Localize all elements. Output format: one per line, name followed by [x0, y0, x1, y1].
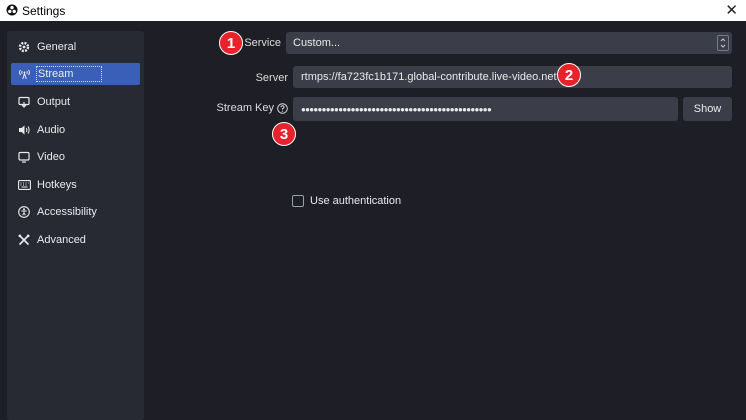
server-input[interactable]: rtmps://fa723fc1b171.global-contribute.l…	[293, 66, 732, 88]
use-authentication-checkbox[interactable]	[292, 195, 304, 207]
accessibility-icon	[17, 205, 31, 219]
sidebar-item-stream[interactable]: Stream	[11, 63, 140, 85]
output-icon	[17, 95, 31, 109]
settings-sidebar: General Stream Output Audio Video Hotkey…	[7, 31, 144, 420]
settings-window: General Stream Output Audio Video Hotkey…	[0, 21, 746, 420]
close-icon[interactable]: ✕	[725, 1, 738, 19]
wrench-icon	[17, 233, 31, 247]
annotation-badge-1: 1	[219, 31, 243, 55]
sidebar-item-advanced[interactable]: Advanced	[11, 229, 140, 251]
service-value: Custom...	[293, 37, 341, 49]
help-icon[interactable]	[277, 103, 288, 114]
stream-key-input[interactable]: ●●●●●●●●●●●●●●●●●●●●●●●●●●●●●●●●●●●●●●●●…	[293, 97, 678, 121]
keyboard-icon	[17, 178, 31, 192]
sidebar-item-label: Output	[37, 96, 71, 108]
updown-arrows-icon	[717, 35, 729, 51]
stream-key-label: Stream Key	[216, 102, 274, 114]
antenna-icon	[17, 67, 31, 81]
sidebar-item-video[interactable]: Video	[11, 146, 140, 168]
use-authentication-row: Use authentication	[292, 195, 401, 207]
annotation-badge-2: 2	[557, 63, 581, 87]
sidebar-item-label: Hotkeys	[37, 179, 77, 191]
sidebar-item-hotkeys[interactable]: Hotkeys	[11, 174, 140, 196]
sidebar-item-label: General	[37, 41, 77, 53]
show-key-button[interactable]: Show	[683, 97, 732, 121]
server-value: rtmps://fa723fc1b171.global-contribute.l…	[301, 71, 557, 83]
gear-icon	[17, 40, 31, 54]
monitor-icon	[17, 150, 31, 164]
window-title: Settings	[22, 4, 66, 18]
service-dropdown[interactable]: Custom...	[286, 32, 732, 54]
sidebar-item-label: Advanced	[37, 234, 86, 246]
use-authentication-label: Use authentication	[310, 195, 402, 207]
title-bar: Settings ✕	[0, 0, 746, 21]
sidebar-item-general[interactable]: General	[11, 36, 140, 58]
sidebar-item-label: Audio	[37, 124, 66, 136]
speaker-icon	[17, 123, 31, 137]
sidebar-item-output[interactable]: Output	[11, 91, 140, 113]
sidebar-item-label: Video	[37, 151, 65, 163]
sidebar-item-accessibility[interactable]: Accessibility	[11, 201, 140, 223]
stream-settings-panel: Service Custom... Server rtmps://fa723fc…	[145, 21, 746, 420]
server-label: Server	[255, 72, 288, 84]
stream-key-value: ●●●●●●●●●●●●●●●●●●●●●●●●●●●●●●●●●●●●●●●●…	[301, 105, 492, 114]
obs-logo-icon	[6, 4, 18, 16]
sidebar-item-label: Stream	[36, 66, 103, 82]
sidebar-item-label: Accessibility	[37, 206, 97, 218]
annotation-badge-3: 3	[272, 122, 296, 146]
sidebar-item-audio[interactable]: Audio	[11, 119, 140, 141]
